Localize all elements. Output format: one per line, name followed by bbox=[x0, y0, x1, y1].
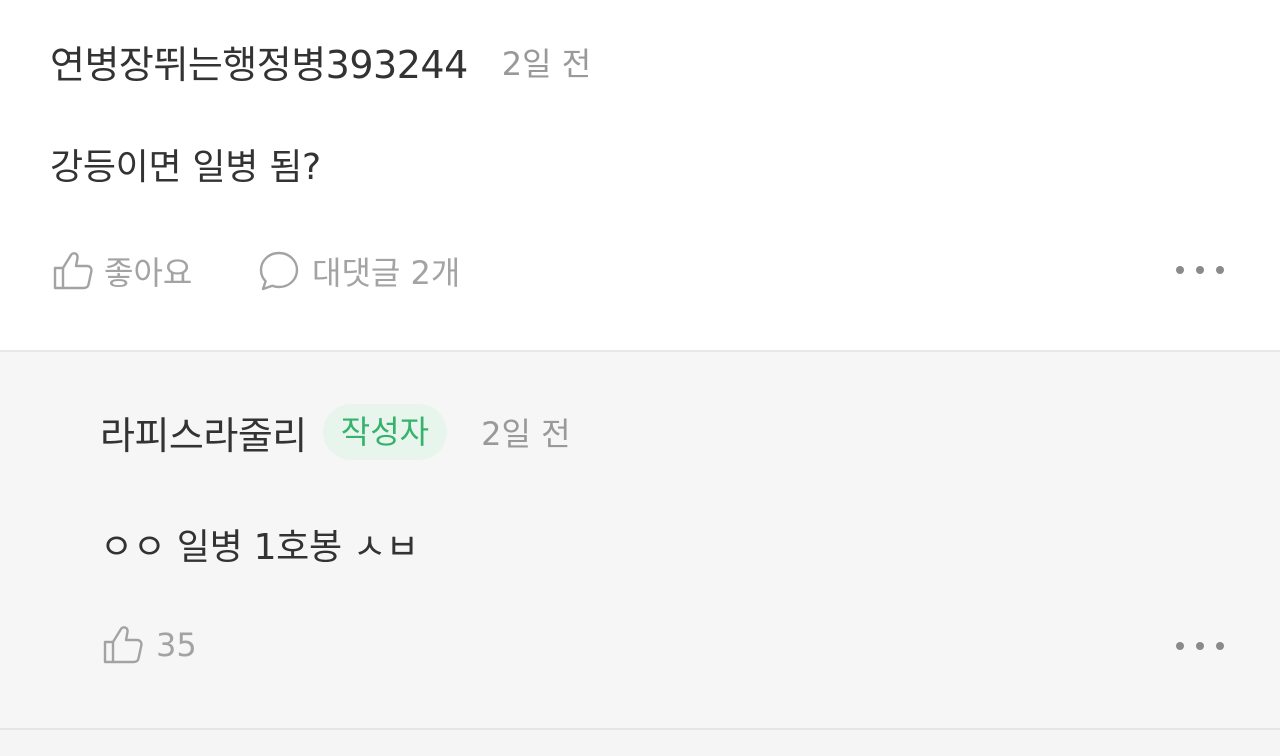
comment-time: 2일 전 bbox=[501, 44, 592, 83]
more-dots-icon bbox=[1176, 266, 1184, 274]
comment-reply-label: 대댓글 2개 bbox=[312, 254, 461, 292]
reply-like-count: 35 bbox=[156, 626, 197, 664]
thumbs-up-icon bbox=[102, 624, 144, 666]
reply-like-button[interactable]: 35 bbox=[102, 624, 197, 666]
reply-card: 라피스라줄리 작성자 2일 전 ㅇㅇ 일병 1호봉 ㅅㅂ 35 bbox=[0, 352, 1280, 730]
more-dots-icon bbox=[1176, 642, 1184, 650]
comment-like-label: 좋아요 bbox=[104, 254, 193, 292]
comment-author[interactable]: 연병장뛰는행정병393244 bbox=[50, 34, 468, 89]
author-badge: 작성자 bbox=[322, 404, 448, 460]
thumbs-up-icon bbox=[52, 250, 94, 292]
comment-reply-button[interactable]: 대댓글 2개 bbox=[258, 248, 460, 294]
reply-more-button[interactable] bbox=[1176, 632, 1224, 660]
comment-more-button[interactable] bbox=[1176, 256, 1224, 284]
comment-card: 연병장뛰는행정병393244 2일 전 강등이면 일병 됨? 좋아요 대댓글 2… bbox=[0, 0, 1280, 352]
comment-meta: 연병장뛰는행정병393244 2일 전 bbox=[50, 34, 591, 89]
comment-like-button[interactable]: 좋아요 bbox=[52, 248, 192, 294]
comment-text: 강등이면 일병 됨? bbox=[50, 147, 321, 188]
reply-time: 2일 전 bbox=[481, 415, 571, 453]
reply-text: ㅇㅇ 일병 1호봉 ㅅㅂ bbox=[100, 527, 419, 568]
reply-author[interactable]: 라피스라줄리 bbox=[100, 405, 307, 460]
speech-bubble-icon bbox=[258, 250, 300, 292]
reply-meta: 라피스라줄리 작성자 2일 전 bbox=[100, 404, 571, 460]
